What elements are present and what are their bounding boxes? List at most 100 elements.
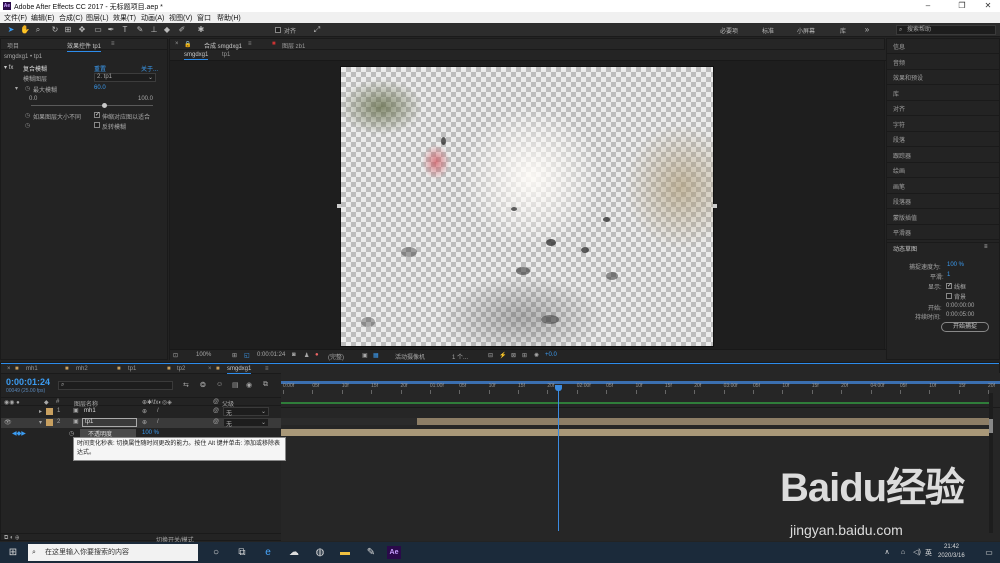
stopwatch-icon[interactable]: ◷ (25, 112, 30, 119)
safe-zones-icon[interactable]: ⊞ (232, 352, 237, 359)
max-blur-slider-track[interactable] (31, 103, 153, 108)
layer-handle[interactable] (713, 204, 717, 208)
expand-arrow-icon[interactable]: ▸ (39, 408, 42, 415)
workspace-libraries[interactable]: 库 (840, 26, 846, 35)
subtab-tp1[interactable]: tp1 (222, 52, 230, 58)
taskbar-search-input[interactable]: ⌕ 在这里输入你要搜索的内容 (28, 544, 198, 561)
task-view-icon[interactable]: ⧉ (235, 546, 249, 559)
type-tool-icon[interactable]: T (120, 25, 130, 35)
after-effects-taskbar-icon[interactable]: Ae (387, 546, 401, 559)
wireframe-checkbox[interactable] (946, 282, 952, 289)
right-panel-item[interactable]: 平滑器 (887, 225, 1000, 240)
parent-dropdown[interactable]: 无 ⌄ (223, 407, 269, 417)
brush-tool-icon[interactable]: ✎ (135, 25, 145, 35)
close-icon[interactable]: × (208, 366, 212, 372)
subtab-smgdxg1[interactable]: smgdxg1 (184, 52, 209, 60)
quality-switch-icon[interactable]: / (157, 419, 159, 425)
max-blur-expand-icon[interactable]: ▾ (15, 85, 18, 92)
exposure-icon[interactable]: ✺ (534, 352, 539, 359)
layer-1-duration-bar[interactable] (417, 418, 989, 425)
menu-help[interactable]: 帮助(H) (217, 13, 241, 23)
graph-editor-icon[interactable]: ⧉ (263, 381, 268, 389)
right-panel-item[interactable]: 库 (887, 86, 1000, 101)
expand-arrow-icon[interactable]: ▾ (39, 419, 42, 426)
quality-switch-icon[interactable]: / (157, 408, 159, 414)
eraser-tool-icon[interactable]: ◆ (162, 25, 172, 35)
menu-window[interactable]: 窗口 (197, 13, 211, 23)
menu-file[interactable]: 文件(F) (4, 13, 27, 23)
panel-menu-icon[interactable]: ≡ (111, 41, 115, 47)
panel-menu-icon[interactable]: ≡ (265, 366, 269, 372)
parent-pickwhip-icon[interactable]: @ (213, 408, 219, 414)
current-time-display[interactable]: 0:00:01:24 (6, 377, 50, 387)
flowchart-icon[interactable]: ⊞ (522, 352, 527, 359)
expand-panes-icon[interactable]: ⧉ ◐ ⊕ (4, 535, 19, 542)
tab-tp2[interactable]: tp2 (177, 366, 185, 372)
eye-icon[interactable]: 👁 (4, 419, 12, 426)
menu-effect[interactable]: 效果(T) (113, 13, 136, 23)
workspace-small-screen[interactable]: 小屏幕 (797, 26, 815, 35)
exposure-value[interactable]: +0.0 (545, 352, 557, 358)
current-time-indicator[interactable] (558, 385, 559, 531)
layer-row[interactable]: ▸ 1 ▣ mh1 ⊕ / @ 无 ⌄ (1, 407, 282, 417)
maximize-icon[interactable]: ❐ (952, 1, 972, 11)
layer-row-selected[interactable]: 👁 ▾ 2 ▣ tp1 ⊕ / @ 无 ⌄ (1, 418, 282, 428)
frame-blending-icon[interactable]: ▤ (232, 381, 239, 389)
blur-layer-dropdown[interactable]: 2. tp1 ⌄ (94, 73, 156, 82)
right-panel-item[interactable]: 蒙版插值 (887, 210, 1000, 225)
puppet-tool-icon[interactable]: ✱ (196, 25, 206, 35)
effect-reset-link[interactable]: 重置 (94, 64, 106, 73)
layer-2-duration-bar[interactable] (281, 429, 989, 436)
zoom-dropdown[interactable]: 100% (196, 352, 211, 358)
rectangle-tool-icon[interactable]: ▭ (93, 25, 103, 35)
clone-stamp-tool-icon[interactable]: ⊥ (149, 25, 159, 35)
snap-icon[interactable]: ⤢ (312, 25, 322, 35)
close-icon[interactable]: × (7, 366, 11, 372)
timeline-icon[interactable]: ⊠ (511, 352, 516, 359)
menu-view[interactable]: 视图(V) (169, 13, 192, 23)
align-checkbox[interactable] (275, 27, 281, 33)
collapse-switch-icon[interactable]: ⊕ (142, 408, 147, 415)
edge-browser-icon[interactable]: e (261, 546, 275, 559)
tab-mh1[interactable]: mh1 (26, 366, 38, 372)
layer-search-input[interactable]: ⌕ (58, 381, 173, 390)
layer-name[interactable]: mh1 (84, 408, 96, 414)
stretch-checkbox[interactable] (94, 111, 100, 118)
composition-mini-flowchart-icon[interactable]: ⇆ (183, 381, 189, 389)
browser-app-icon[interactable]: ◍ (313, 546, 327, 559)
roto-brush-tool-icon[interactable]: ✐ (177, 25, 187, 35)
layer-name[interactable]: tp1 (82, 418, 137, 427)
right-panel-item[interactable]: 字符 (887, 117, 1000, 132)
selection-tool-icon[interactable]: ➤ (6, 25, 16, 35)
effect-about-link[interactable]: 关于... (141, 64, 158, 73)
workspace-menu-icon[interactable]: » (862, 25, 872, 35)
camera-tool-icon[interactable]: ⊞ (63, 25, 73, 35)
taskbar-clock[interactable]: 21:42 (944, 544, 959, 550)
draft-3d-icon[interactable]: ❂ (200, 381, 206, 389)
label-color-swatch[interactable] (46, 419, 53, 426)
taskbar-date[interactable]: 2020/3/16 (938, 553, 965, 559)
tab-composition[interactable]: 合成 smgdxg1 (204, 41, 243, 52)
menu-layer[interactable]: 图层(L) (86, 13, 109, 23)
right-panel-item[interactable]: 段落器 (887, 194, 1000, 209)
right-panel-item[interactable]: 画笔 (887, 179, 1000, 194)
viewer-timecode[interactable]: 0:00:01:24 (257, 352, 285, 358)
always-preview-icon[interactable]: ⊡ (173, 352, 178, 359)
stopwatch-icon[interactable]: ◷ (25, 122, 30, 129)
effect-expand-icon[interactable]: ▾ fx (4, 64, 13, 71)
max-blur-value[interactable]: 60.0 (94, 85, 106, 91)
right-panel-item[interactable]: 绘画 (887, 163, 1000, 178)
panel-menu-icon[interactable]: ≡ (248, 41, 252, 47)
right-panel-item[interactable]: 效果和预设 (887, 70, 1000, 85)
smoothing-value[interactable]: 1 (947, 272, 950, 278)
tab-effect-controls[interactable]: 效果控件 tp1 (67, 41, 102, 52)
capture-speed-value[interactable]: 100 % (947, 262, 964, 268)
cloud-app-icon[interactable]: ☁ (287, 546, 301, 559)
menu-composition[interactable]: 合成(C) (59, 13, 83, 23)
region-of-interest-icon[interactable]: ▣ (362, 352, 368, 359)
toggle-pixel-aspect-icon[interactable]: ⊟ (488, 352, 493, 359)
pan-behind-tool-icon[interactable]: ✥ (77, 25, 87, 35)
layer-handle[interactable] (337, 204, 341, 208)
stopwatch-icon[interactable]: ◷ (69, 430, 74, 437)
right-panel-item[interactable]: 音频 (887, 55, 1000, 70)
